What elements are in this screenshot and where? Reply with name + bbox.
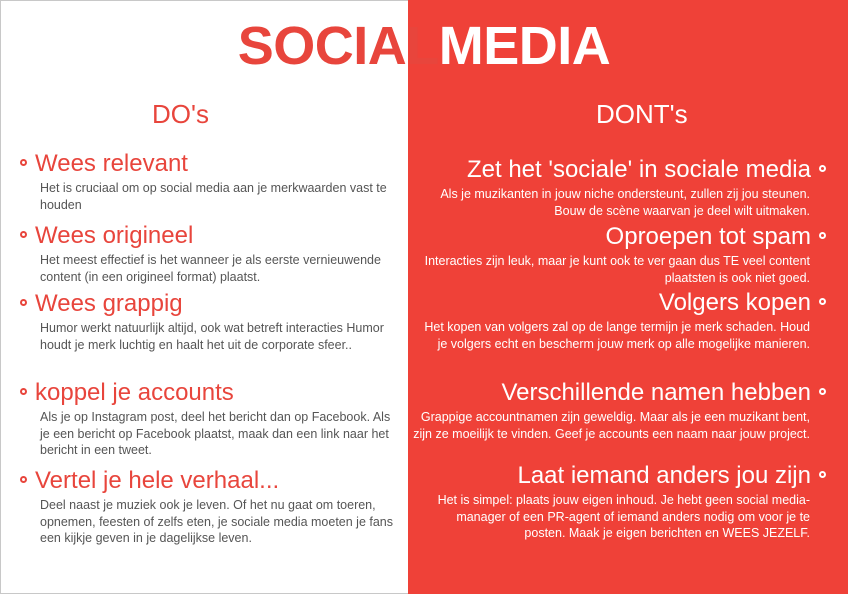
dont-item-title: Volgers kopen <box>658 289 811 316</box>
page-title: SOCIALMEDIA <box>0 14 848 78</box>
do-item-text: Humor werkt natuurlijk altijd, ook wat b… <box>40 321 384 352</box>
do-item-text: Deel naast je muziek ook je leven. Of he… <box>40 498 393 545</box>
dont-item-title: Oproepen tot spam <box>605 223 811 250</box>
do-item-accounts: koppel je accounts Als je op Instagram p… <box>20 379 400 459</box>
do-item-text: Het is cruciaal om op social media aan j… <box>40 181 387 212</box>
bullet-ring-icon <box>20 388 27 396</box>
title-part-media: MEDIA <box>438 16 611 76</box>
bullet-ring-icon <box>819 388 826 396</box>
do-item-origineel: Wees origineel Het meest effectief is he… <box>20 222 400 285</box>
do-item-text: Het meest effectief is het wanneer je al… <box>40 253 381 284</box>
dont-item-text: Interacties zijn leuk, maar je kunt ook … <box>424 254 810 285</box>
bullet-ring-icon <box>20 231 27 239</box>
do-item-title: Wees grappig <box>35 290 183 317</box>
bullet-ring-icon <box>819 232 826 240</box>
dont-item-text: Grappige accountnamen zijn geweldig. Maa… <box>413 410 810 441</box>
dont-item-spam: Oproepen tot spam Interacties zijn leuk,… <box>412 223 826 286</box>
dont-item-text: Als je muzikanten in jouw niche onderste… <box>440 187 810 218</box>
dont-item-text: Het is simpel: plaats jouw eigen inhoud.… <box>437 493 810 540</box>
do-item-title: Vertel je hele verhaal... <box>35 467 280 494</box>
do-item-text: Als je op Instagram post, deel het beric… <box>40 410 391 457</box>
do-item-title: koppel je accounts <box>35 379 234 406</box>
dos-heading: DO's <box>152 99 209 129</box>
bullet-ring-icon <box>20 299 27 307</box>
dont-item-namen: Verschillende namen hebben Grappige acco… <box>412 379 826 442</box>
donts-heading: DONT's <box>596 99 688 129</box>
bullet-ring-icon <box>819 298 826 306</box>
dont-item-volgers: Volgers kopen Het kopen van volgers zal … <box>412 289 826 352</box>
do-item-title: Wees relevant <box>35 150 188 177</box>
bullet-ring-icon <box>819 471 826 479</box>
dont-item-text: Het kopen van volgers zal op de lange te… <box>424 320 810 351</box>
bullet-ring-icon <box>819 165 826 173</box>
dont-item-title: Zet het 'sociale' in sociale media <box>466 156 811 183</box>
do-item-verhaal: Vertel je hele verhaal... Deel naast je … <box>20 467 400 547</box>
bullet-ring-icon <box>20 159 27 167</box>
dont-item-title: Laat iemand anders jou zijn <box>517 462 811 489</box>
do-item-grappig: Wees grappig Humor werkt natuurlijk alti… <box>20 290 400 353</box>
bullet-ring-icon <box>20 476 27 484</box>
dont-item-iemand: Laat iemand anders jou zijn Het is simpe… <box>412 462 826 542</box>
dont-item-title: Verschillende namen hebben <box>501 379 811 406</box>
title-part-social: SOCIAL <box>237 16 440 76</box>
do-item-title: Wees origineel <box>35 222 194 249</box>
do-item-relevant: Wees relevant Het is cruciaal om op soci… <box>20 150 400 213</box>
dont-item-sociale: Zet het 'sociale' in sociale media Als j… <box>412 156 826 219</box>
